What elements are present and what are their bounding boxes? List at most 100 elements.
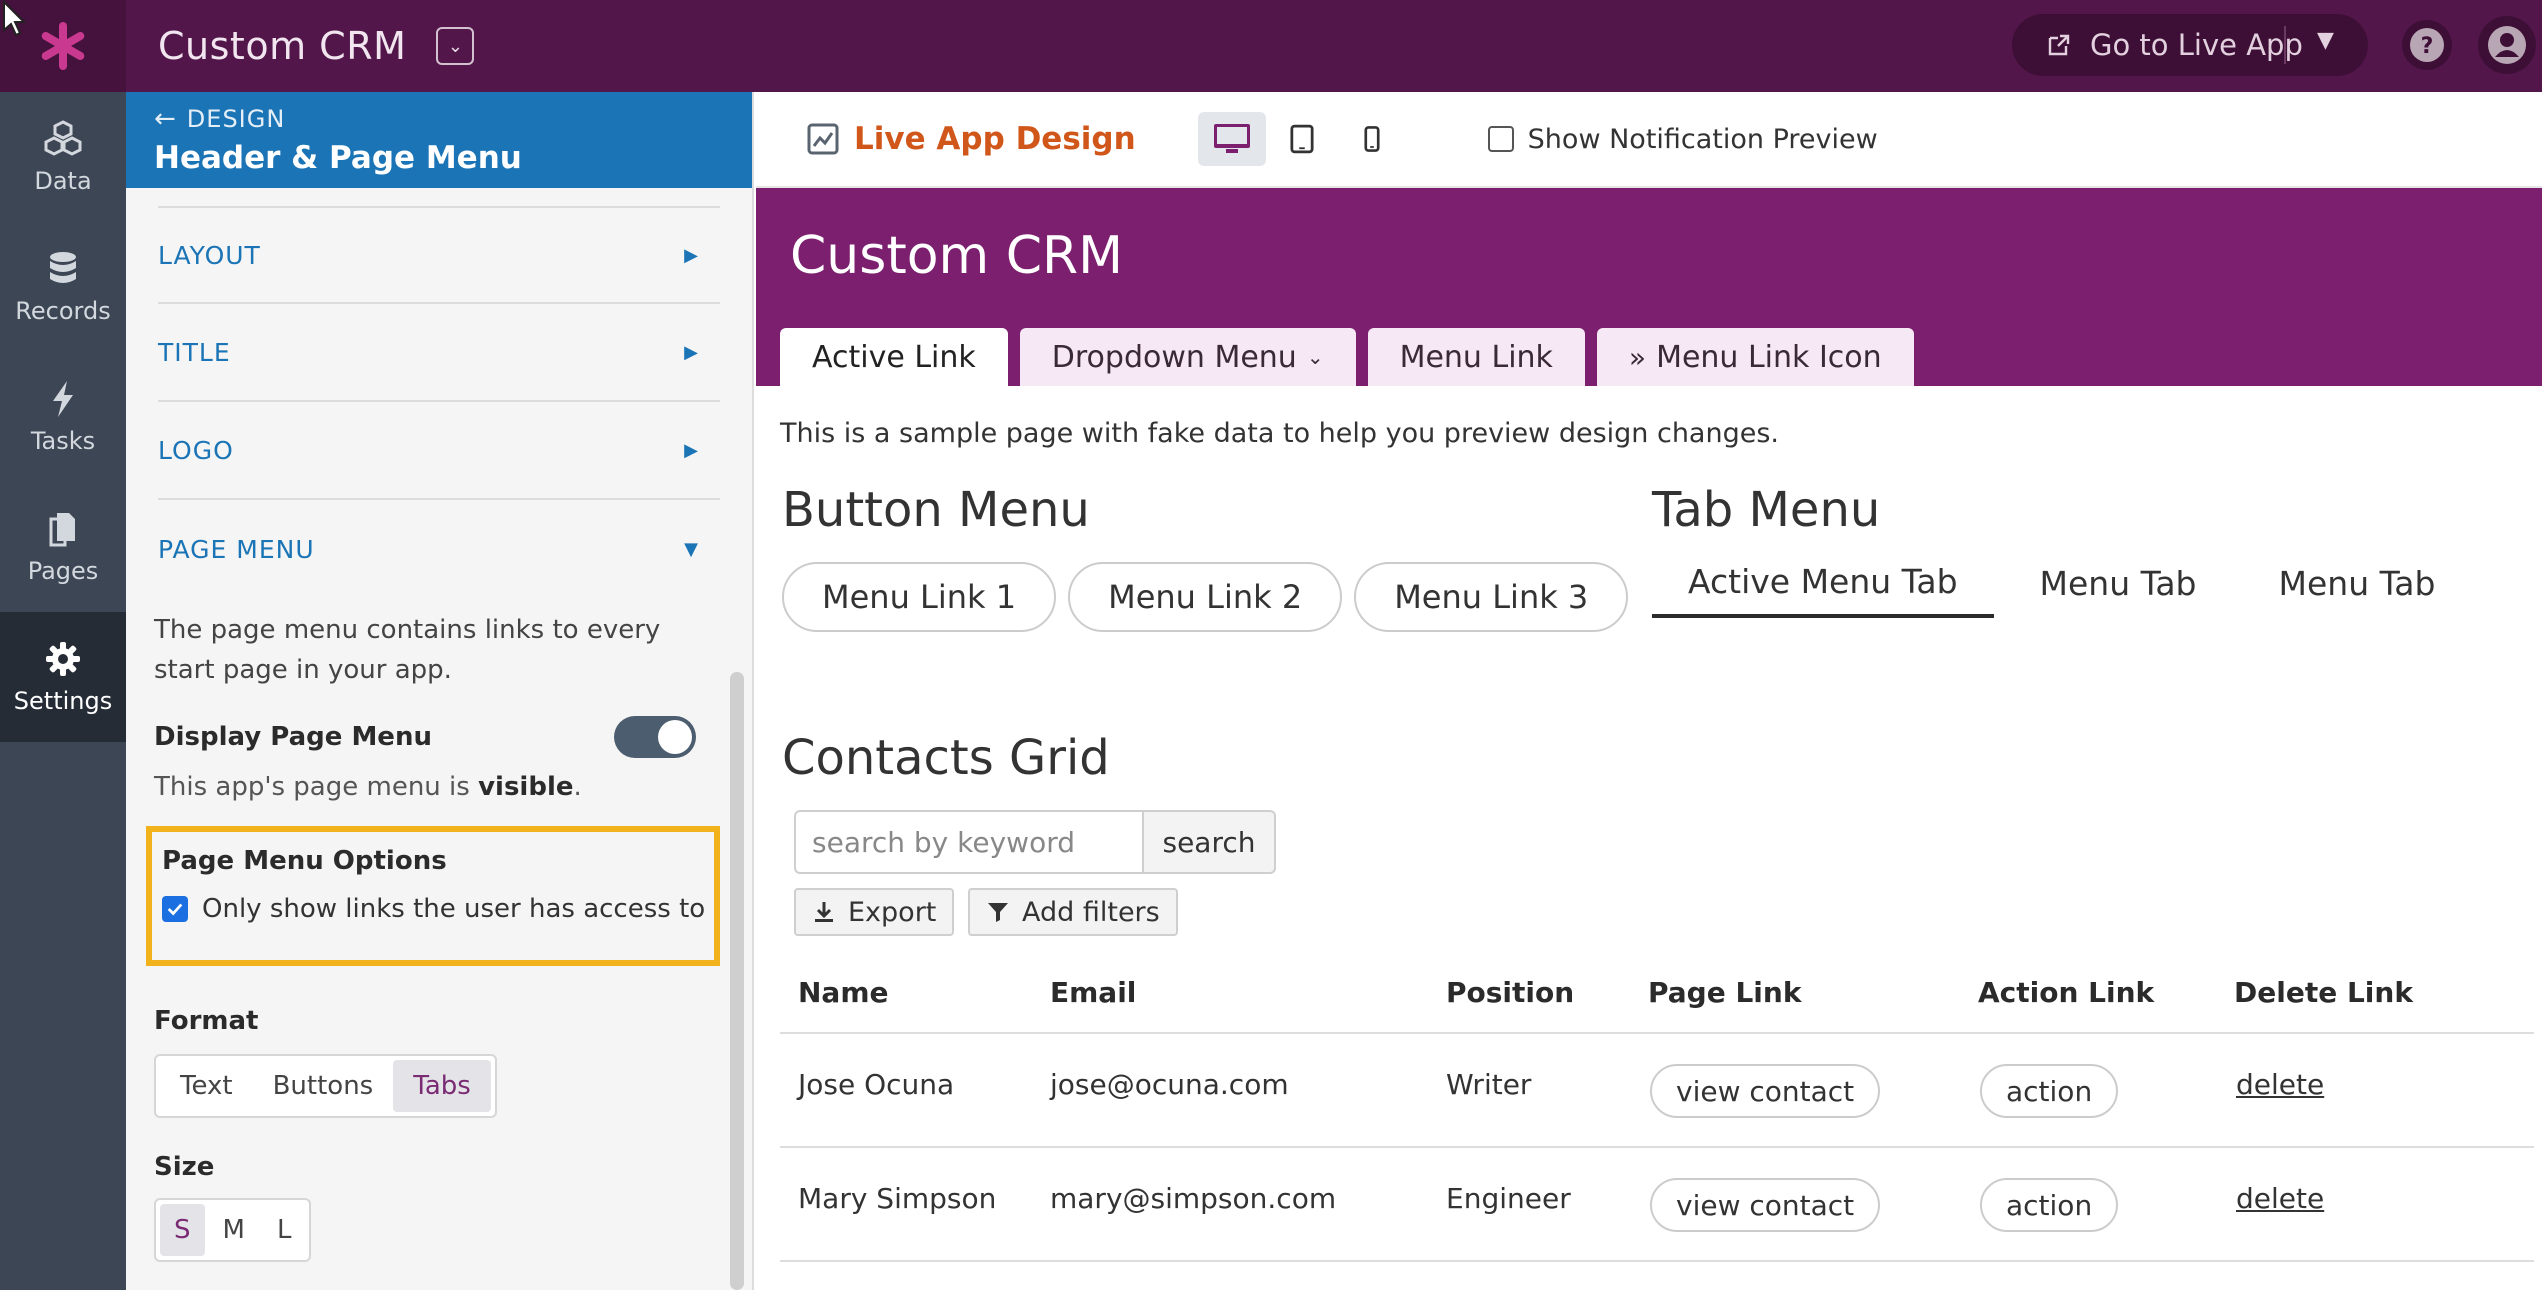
app-switcher-button[interactable]: ⌄ xyxy=(436,27,475,65)
user-menu-button[interactable] xyxy=(2478,16,2536,74)
grid-search-input[interactable]: search by keyword xyxy=(794,810,1144,874)
tablet-view-button[interactable] xyxy=(1268,112,1336,166)
accordion-logo[interactable]: LOGO ▶ xyxy=(158,402,720,500)
panel-scrollbar-thumb[interactable] xyxy=(730,672,744,1290)
action-button[interactable]: action xyxy=(1980,1064,2119,1118)
format-selector: Text Buttons Tabs xyxy=(154,1054,497,1118)
cell-name: Mary Simpson xyxy=(798,1182,997,1215)
mouse-cursor-icon xyxy=(3,0,27,37)
nav-label: Data xyxy=(34,167,92,195)
panel-header: ← DESIGN Header & Page Menu xyxy=(126,92,752,188)
desktop-icon xyxy=(1213,124,1250,153)
delete-link[interactable]: delete xyxy=(2236,1068,2324,1101)
bolt-icon xyxy=(53,381,73,417)
accordion-label: LOGO xyxy=(158,435,234,465)
asterisk-logo-icon xyxy=(41,22,85,70)
app-title: Custom CRM xyxy=(158,24,407,68)
breadcrumb[interactable]: ← DESIGN xyxy=(154,104,752,134)
pages-icon xyxy=(49,513,75,547)
column-header-delete-link[interactable]: Delete Link xyxy=(2234,976,2413,1009)
nav-label: Tasks xyxy=(30,427,96,455)
gear-icon xyxy=(46,642,80,676)
column-header-name[interactable]: Name xyxy=(798,976,889,1009)
button-menu-link-1[interactable]: Menu Link 1 xyxy=(782,562,1057,632)
help-button[interactable]: ? xyxy=(2402,20,2452,70)
cell-email: mary@simpson.com xyxy=(1050,1182,1337,1215)
breadcrumb-label: DESIGN xyxy=(186,105,286,133)
size-option-s[interactable]: S xyxy=(160,1204,205,1256)
access-links-option[interactable]: Only show links the user has access to xyxy=(162,894,714,924)
contacts-table: Name Email Position Page Link Action Lin… xyxy=(780,952,2534,1262)
notification-preview-option[interactable]: Show Notification Preview xyxy=(1487,123,1878,155)
view-contact-button[interactable]: view contact xyxy=(1650,1178,1881,1232)
mobile-view-button[interactable] xyxy=(1338,112,1406,166)
toggle-knob xyxy=(658,720,692,754)
preview-toolbar: Live App Design Show Notification Previe… xyxy=(756,92,2542,188)
add-filters-button[interactable]: Add filters xyxy=(968,888,1178,936)
column-header-page-link[interactable]: Page Link xyxy=(1648,976,1801,1009)
accordion-title[interactable]: TITLE ▶ xyxy=(158,304,720,402)
column-header-position[interactable]: Position xyxy=(1446,976,1574,1009)
size-option-m[interactable]: M xyxy=(205,1204,263,1256)
action-button[interactable]: action xyxy=(1980,1178,2119,1232)
format-option-tabs[interactable]: Tabs xyxy=(393,1060,491,1112)
notification-preview-label: Show Notification Preview xyxy=(1527,123,1878,155)
contacts-grid-title: Contacts Grid xyxy=(782,730,1110,786)
tablet-icon xyxy=(1290,124,1314,154)
column-header-action-link[interactable]: Action Link xyxy=(1978,976,2154,1009)
accordion-label: TITLE xyxy=(158,337,231,367)
database-icon xyxy=(50,252,76,283)
svg-text:?: ? xyxy=(2421,34,2434,59)
view-contact-button[interactable]: view contact xyxy=(1650,1064,1881,1118)
export-button[interactable]: Export xyxy=(794,888,955,936)
nav-item-records[interactable]: Records xyxy=(0,222,126,352)
desktop-view-button[interactable] xyxy=(1197,112,1266,166)
nav-item-pages[interactable]: Pages xyxy=(0,482,126,612)
button-menu-link-3[interactable]: Menu Link 3 xyxy=(1354,562,1629,632)
download-icon xyxy=(815,902,833,922)
access-links-checkbox[interactable] xyxy=(162,896,188,922)
size-option-l[interactable]: L xyxy=(263,1204,306,1256)
tab-menu-item-active[interactable]: Active Menu Tab xyxy=(1652,548,1994,618)
export-label: Export xyxy=(848,896,937,928)
preview-tab-dropdown-menu[interactable]: Dropdown Menu ⌄ xyxy=(1019,328,1356,386)
nav-item-data[interactable]: Data xyxy=(0,92,126,222)
mobile-icon xyxy=(1364,126,1380,152)
page-menu-status: This app's page menu is visible. xyxy=(154,772,752,802)
accordion-layout[interactable]: LAYOUT ▶ xyxy=(158,206,720,304)
cell-position: Writer xyxy=(1446,1068,1532,1101)
format-option-buttons[interactable]: Buttons xyxy=(253,1060,394,1112)
display-page-menu-toggle[interactable] xyxy=(614,716,696,758)
cell-position: Engineer xyxy=(1446,1182,1571,1215)
caret-down-icon: ▼ xyxy=(684,538,698,560)
go-to-live-app-button[interactable]: Go to Live App ▼ xyxy=(2012,14,2368,76)
format-option-text[interactable]: Text xyxy=(160,1060,253,1112)
tab-menu: Active Menu Tab Menu Tab Menu Tab xyxy=(1652,548,2481,618)
caret-down-icon[interactable]: ▼ xyxy=(2317,28,2334,53)
preview-tab-menu-link-icon[interactable]: » Menu Link Icon xyxy=(1596,328,1914,386)
tab-menu-item[interactable]: Menu Tab xyxy=(2004,548,2233,618)
nav-item-tasks[interactable]: Tasks xyxy=(0,352,126,482)
chart-preview-icon xyxy=(807,123,839,155)
accordion-page-menu[interactable]: PAGE MENU ▼ xyxy=(158,500,720,598)
panel-title: Header & Page Menu xyxy=(154,140,522,176)
grid-search-button[interactable]: search xyxy=(1144,810,1276,874)
nav-label: Settings xyxy=(13,687,113,715)
notification-preview-checkbox[interactable] xyxy=(1487,126,1514,152)
tab-menu-item[interactable]: Menu Tab xyxy=(2243,548,2472,618)
button-menu-link-2[interactable]: Menu Link 2 xyxy=(1068,562,1343,632)
status-suffix: . xyxy=(573,772,582,802)
chevron-down-icon: ⌄ xyxy=(1306,345,1324,369)
cell-name: Jose Ocuna xyxy=(798,1068,955,1101)
nav-item-settings[interactable]: Settings xyxy=(0,612,126,742)
preview-tab-menu-link[interactable]: Menu Link xyxy=(1367,328,1585,386)
tab-label: Menu Link Icon xyxy=(1656,339,1882,375)
add-filters-label: Add filters xyxy=(1022,896,1160,928)
preview-tab-active-link[interactable]: Active Link xyxy=(780,328,1008,386)
column-header-email[interactable]: Email xyxy=(1050,976,1136,1009)
status-prefix: This app's page menu is xyxy=(154,772,479,802)
accordion-label: PAGE MENU xyxy=(158,534,315,564)
delete-link[interactable]: delete xyxy=(2236,1182,2324,1215)
preview-page-menu: Active Link Dropdown Menu ⌄ Menu Link » … xyxy=(780,328,1926,386)
nav-label: Pages xyxy=(27,557,99,585)
